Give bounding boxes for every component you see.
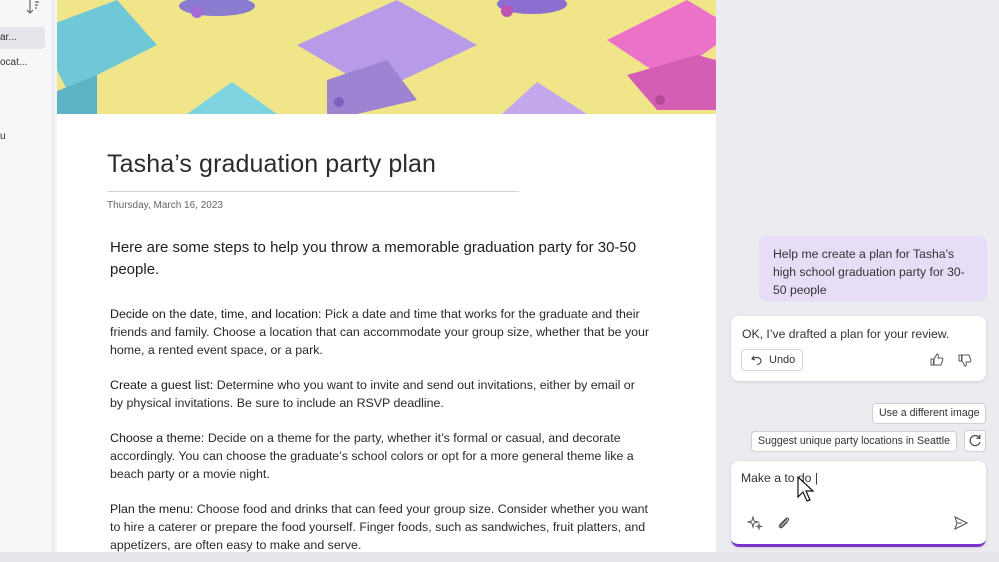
intro-paragraph[interactable]: Here are some steps to help you throw a … (110, 237, 650, 281)
bottom-bar (0, 552, 999, 562)
document-page: Tasha’s graduation party plan Thursday, … (57, 0, 716, 552)
refresh-suggestions-button[interactable] (964, 430, 986, 452)
app-window: ar... ocat... u Tasha’s graduation party… (0, 0, 999, 562)
sidebar-item-page-1[interactable]: ar... (0, 27, 45, 49)
page-date: Thursday, March 16, 2023 (107, 200, 223, 211)
plan-section[interactable]: Plan the menu: Choose food and drinks th… (110, 500, 650, 552)
suggestion-chip[interactable]: Suggest unique party locations in Seattl… (751, 431, 957, 452)
thumbs-up-icon[interactable] (930, 353, 944, 367)
suggestion-chip[interactable]: Use a different image (872, 403, 986, 424)
paperclip-icon[interactable] (776, 515, 792, 531)
refresh-icon (969, 434, 981, 447)
sidebar-item-label: ocat... (0, 57, 28, 68)
send-icon[interactable] (953, 515, 969, 531)
chat-input[interactable] (741, 471, 971, 485)
section-heading: Plan the menu: (110, 502, 194, 516)
page-list-sidebar: ar... ocat... u (0, 0, 53, 552)
title-divider (107, 191, 519, 192)
sidebar-item-page-2[interactable]: ocat... (0, 52, 45, 74)
sidebar-item-label: u (0, 131, 6, 142)
section-heading: Decide on the date, time, and location: (110, 307, 322, 321)
user-message-bubble: Help me create a plan for Tasha’s high s… (759, 236, 987, 302)
mouse-cursor-icon (797, 476, 815, 502)
page-title[interactable]: Tasha’s graduation party plan (107, 150, 436, 179)
undo-label: Undo (769, 354, 796, 366)
assistant-message-text: OK, I’ve drafted a plan for your review. (742, 327, 950, 341)
sparkle-icon[interactable] (747, 515, 763, 531)
plan-section[interactable]: Decide on the date, time, and location: … (110, 305, 650, 359)
plan-section[interactable]: Choose a theme: Decide on a theme for th… (110, 429, 650, 483)
section-heading: Choose a theme: (110, 431, 205, 445)
graduation-caps-banner-image (57, 0, 716, 114)
assistant-message-card: OK, I’ve drafted a plan for your review.… (731, 316, 986, 381)
undo-button[interactable]: Undo (741, 349, 803, 371)
copilot-panel: Help me create a plan for Tasha’s high s… (716, 0, 999, 552)
sidebar-item-page-3[interactable]: u (0, 126, 45, 148)
chat-composer (731, 461, 986, 547)
thumbs-down-icon[interactable] (958, 353, 972, 367)
plan-section[interactable]: Create a guest list: Determine who you w… (110, 376, 650, 412)
section-heading: Create a guest list: (110, 378, 214, 392)
sort-descending-icon[interactable] (26, 0, 40, 16)
undo-icon (751, 355, 762, 366)
sidebar-item-label: ar... (0, 32, 17, 43)
